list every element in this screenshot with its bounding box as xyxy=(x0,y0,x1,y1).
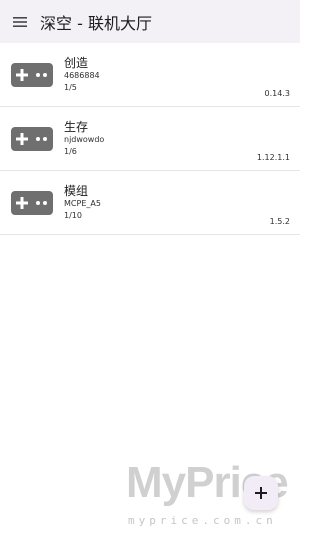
room-name: 模组 xyxy=(64,184,89,198)
room-version: 1.5.2 xyxy=(269,217,290,226)
room-name: 生存 xyxy=(64,120,89,134)
menu-button[interactable] xyxy=(0,0,40,43)
room-name: 创造 xyxy=(64,56,89,70)
room-list-item[interactable]: 模组 MCPE_A5 1/10 1.5.2 xyxy=(0,171,300,235)
room-list-item[interactable]: 创造 4686884 1/5 0.14.3 xyxy=(0,43,300,107)
room-host: njdwowdo xyxy=(64,135,105,144)
app-bar: 深空 - 联机大厅 xyxy=(0,0,300,43)
room-players: 1/5 xyxy=(64,83,77,92)
room-version: 0.14.3 xyxy=(264,89,290,98)
room-version: 1.12.1.1 xyxy=(256,153,290,162)
room-host: 4686884 xyxy=(64,71,100,80)
lobby-screen: 深空 - 联机大厅 创造 4686884 1/5 0.14.3 生存 njdwo… xyxy=(0,0,300,533)
room-players: 1/6 xyxy=(64,147,77,156)
page-title: 深空 - 联机大厅 xyxy=(40,13,152,33)
hamburger-menu-icon xyxy=(13,16,27,27)
add-room-button[interactable] xyxy=(244,476,278,510)
gamepad-icon xyxy=(11,63,53,87)
room-list: 创造 4686884 1/5 0.14.3 生存 njdwowdo 1/6 1.… xyxy=(0,43,300,235)
gamepad-icon xyxy=(11,127,53,151)
room-host: MCPE_A5 xyxy=(64,199,101,208)
room-players: 1/10 xyxy=(64,211,82,220)
plus-icon xyxy=(255,487,267,499)
watermark-url: myprice.com.cn xyxy=(128,514,277,527)
room-list-item[interactable]: 生存 njdwowdo 1/6 1.12.1.1 xyxy=(0,107,300,171)
gamepad-icon xyxy=(11,191,53,215)
